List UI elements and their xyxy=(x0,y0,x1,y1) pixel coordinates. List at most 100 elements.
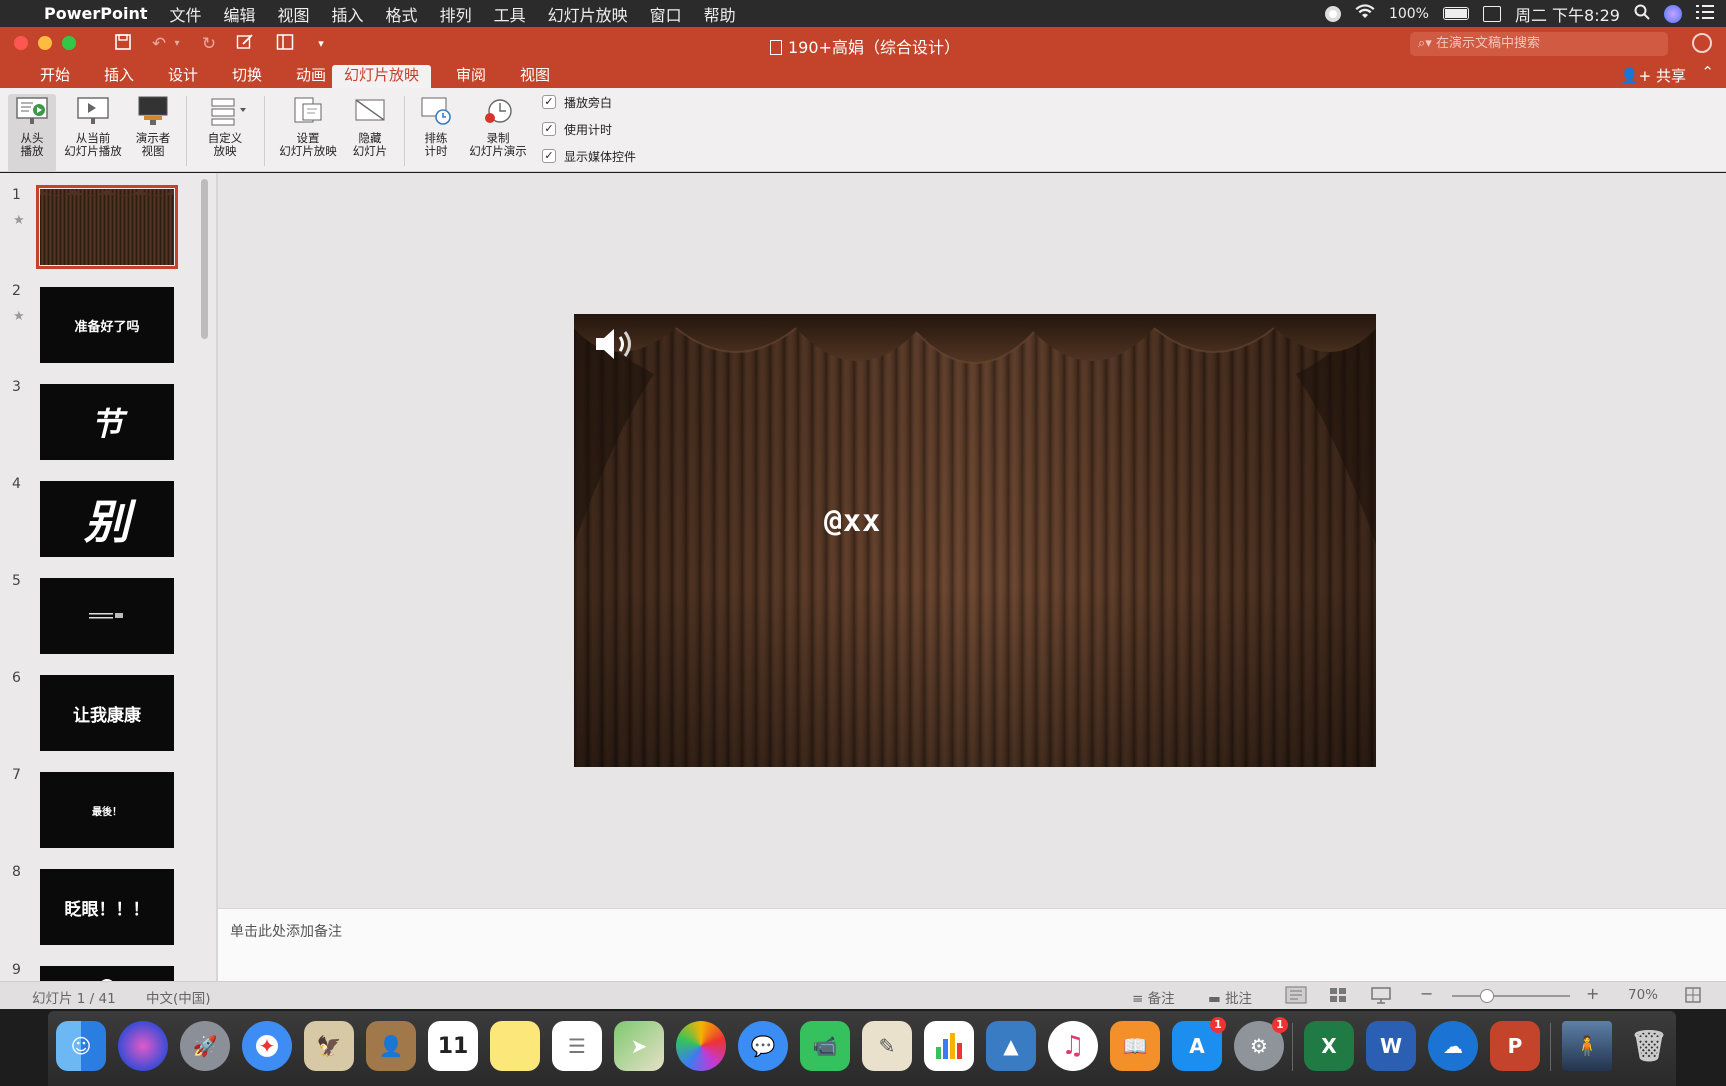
ibooks-icon[interactable]: 📖 xyxy=(1110,1021,1160,1071)
safari-icon[interactable]: ✦ xyxy=(242,1021,292,1071)
zoom-window-button[interactable] xyxy=(62,36,76,50)
menu-file[interactable]: 文件 xyxy=(169,2,201,26)
numbers-icon[interactable] xyxy=(924,1021,974,1071)
tab-transitions[interactable]: 切换 xyxy=(220,65,274,88)
custom-show-button[interactable]: 自定义 放映 xyxy=(196,94,254,158)
audio-speaker-icon[interactable] xyxy=(592,324,640,368)
menu-tools[interactable]: 工具 xyxy=(494,2,526,26)
tab-home[interactable]: 开始 xyxy=(28,65,82,88)
minimized-window-icon[interactable]: 🧍 xyxy=(1562,1021,1612,1071)
record-slide-show-button[interactable]: 录制 幻灯片演示 xyxy=(464,94,532,158)
play-narrations-checkbox[interactable]: ✓ 播放旁白 xyxy=(542,92,612,112)
menu-format[interactable]: 格式 xyxy=(386,2,418,26)
feedback-smiley-icon[interactable] xyxy=(1692,33,1712,53)
share-button[interactable]: 👤+ 共享 xyxy=(1620,65,1686,86)
mail-photo-icon[interactable]: 🦅 xyxy=(304,1021,354,1071)
slide-thumbnail-8[interactable]: 眨眼！！！ xyxy=(40,869,174,945)
app-store-icon[interactable]: A1 xyxy=(1172,1017,1226,1071)
menu-window[interactable]: 窗口 xyxy=(650,2,682,26)
slide-thumbnail-3[interactable]: 节 xyxy=(40,384,174,460)
notes-toggle-button[interactable]: ≡ 备注 xyxy=(1132,987,1175,1007)
siri-icon[interactable] xyxy=(1664,4,1682,23)
zoom-level[interactable]: 70% xyxy=(1628,987,1658,1003)
slide-thumbnail-4[interactable]: 别 xyxy=(40,481,174,557)
menu-view[interactable]: 视图 xyxy=(278,2,310,26)
siri-dock-icon[interactable] xyxy=(118,1021,168,1071)
input-method-icon[interactable] xyxy=(1482,5,1501,22)
redo-icon[interactable]: ↻ xyxy=(198,33,220,55)
slide-editing-area[interactable]: @xx xyxy=(218,173,1726,908)
layout-icon[interactable] xyxy=(274,33,296,55)
current-slide[interactable]: @xx xyxy=(574,314,1376,767)
battery-icon[interactable] xyxy=(1442,7,1469,20)
tab-view[interactable]: 视图 xyxy=(508,65,562,88)
edit-icon[interactable] xyxy=(234,33,256,55)
word-icon[interactable]: W xyxy=(1366,1021,1416,1071)
slide-thumbnail-9[interactable] xyxy=(40,966,174,981)
slide-show-view-icon[interactable] xyxy=(1370,985,1392,1009)
slide-thumbnail-5[interactable] xyxy=(40,578,174,654)
rehearse-timings-button[interactable]: 排练 计时 xyxy=(414,94,458,158)
keynote-icon[interactable]: ▲ xyxy=(986,1021,1036,1071)
powerpoint-icon[interactable]: P xyxy=(1490,1021,1540,1071)
collapse-ribbon-icon[interactable]: ⌃ xyxy=(1701,63,1714,81)
slide-thumbnail-7[interactable]: 最後！ xyxy=(40,772,174,848)
use-timings-checkbox[interactable]: ✓ 使用计时 xyxy=(542,119,612,139)
app-menu[interactable]: PowerPoint xyxy=(44,4,147,23)
close-window-button[interactable] xyxy=(14,36,28,50)
zoom-slider-track[interactable] xyxy=(1452,995,1570,997)
notes-app-icon[interactable] xyxy=(490,1021,540,1071)
itunes-icon[interactable]: ♫ xyxy=(1048,1021,1098,1071)
excel-icon[interactable]: X xyxy=(1304,1021,1354,1071)
play-from-beginning-button[interactable]: 从头 播放 xyxy=(8,94,56,172)
hide-slide-button[interactable]: 隐藏 幻灯片 xyxy=(346,94,394,158)
tab-review[interactable]: 审阅 xyxy=(444,65,498,88)
menu-insert[interactable]: 插入 xyxy=(332,2,364,26)
save-icon[interactable] xyxy=(112,33,134,55)
play-from-current-button[interactable]: 从当前 幻灯片播放 xyxy=(62,94,124,158)
setup-slide-show-button[interactable]: 设置 幻灯片放映 xyxy=(274,94,342,158)
maps-icon[interactable]: ➤ xyxy=(614,1021,664,1071)
tab-design[interactable]: 设计 xyxy=(156,65,210,88)
contacts-icon[interactable]: 👤 xyxy=(366,1021,416,1071)
calendar-icon[interactable]: 11 xyxy=(428,1021,478,1071)
notification-center-icon[interactable] xyxy=(1696,4,1714,23)
thumbnail-scrollbar[interactable] xyxy=(201,179,208,339)
slide-thumbnail-2[interactable]: 准备好了吗 xyxy=(40,287,174,363)
presenter-view-button[interactable]: 演示者 视图 xyxy=(128,94,178,158)
clock[interactable]: 周二 下午8:29 xyxy=(1515,2,1620,26)
minimize-window-button[interactable] xyxy=(38,36,52,50)
slide-sorter-view-icon[interactable] xyxy=(1328,985,1348,1009)
onedrive-icon[interactable]: ☁ xyxy=(1428,1021,1478,1071)
menu-help[interactable]: 帮助 xyxy=(704,2,736,26)
comments-toggle-button[interactable]: ▬ 批注 xyxy=(1208,987,1252,1007)
normal-view-icon[interactable] xyxy=(1284,985,1308,1009)
zoom-in-button[interactable]: + xyxy=(1586,984,1599,1003)
tab-slide-show[interactable]: 幻灯片放映 xyxy=(332,65,432,88)
finder-icon[interactable]: ☺ xyxy=(56,1021,106,1071)
facetime-icon[interactable]: 📹 xyxy=(800,1021,850,1071)
customize-toolbar-icon[interactable]: ▾ xyxy=(310,33,332,55)
system-preferences-icon[interactable]: ⚙ 1 xyxy=(1234,1017,1288,1071)
record-icon[interactable] xyxy=(1324,5,1341,22)
messages-icon[interactable]: 💬 xyxy=(738,1021,788,1071)
menu-slideshow[interactable]: 幻灯片放映 xyxy=(548,2,628,26)
menu-edit[interactable]: 编辑 xyxy=(224,2,256,26)
zoom-slider-thumb[interactable] xyxy=(1480,989,1495,1003)
show-media-controls-checkbox[interactable]: ✓ 显示媒体控件 xyxy=(542,146,636,166)
menu-arrange[interactable]: 排列 xyxy=(440,2,472,26)
slide-thumbnail-1[interactable] xyxy=(36,185,178,269)
language-indicator[interactable]: 中文(中国) xyxy=(146,987,211,1007)
notes-pane[interactable]: 单击此处添加备注 xyxy=(218,908,1726,981)
zoom-out-button[interactable]: − xyxy=(1420,984,1433,1003)
tab-animations[interactable]: 动画 xyxy=(284,65,338,88)
undo-dropdown-icon[interactable]: ▾ xyxy=(166,33,188,55)
launchpad-icon[interactable]: 🚀 xyxy=(180,1021,230,1071)
wifi-icon[interactable] xyxy=(1355,3,1375,24)
tab-insert[interactable]: 插入 xyxy=(92,65,146,88)
trash-icon[interactable]: 🗑 xyxy=(1624,1021,1674,1071)
reminders-icon[interactable]: ☰ xyxy=(552,1021,602,1071)
pages-icon[interactable]: ✎ xyxy=(862,1021,912,1071)
photos-icon[interactable] xyxy=(676,1021,726,1071)
fit-to-window-icon[interactable] xyxy=(1684,986,1702,1008)
